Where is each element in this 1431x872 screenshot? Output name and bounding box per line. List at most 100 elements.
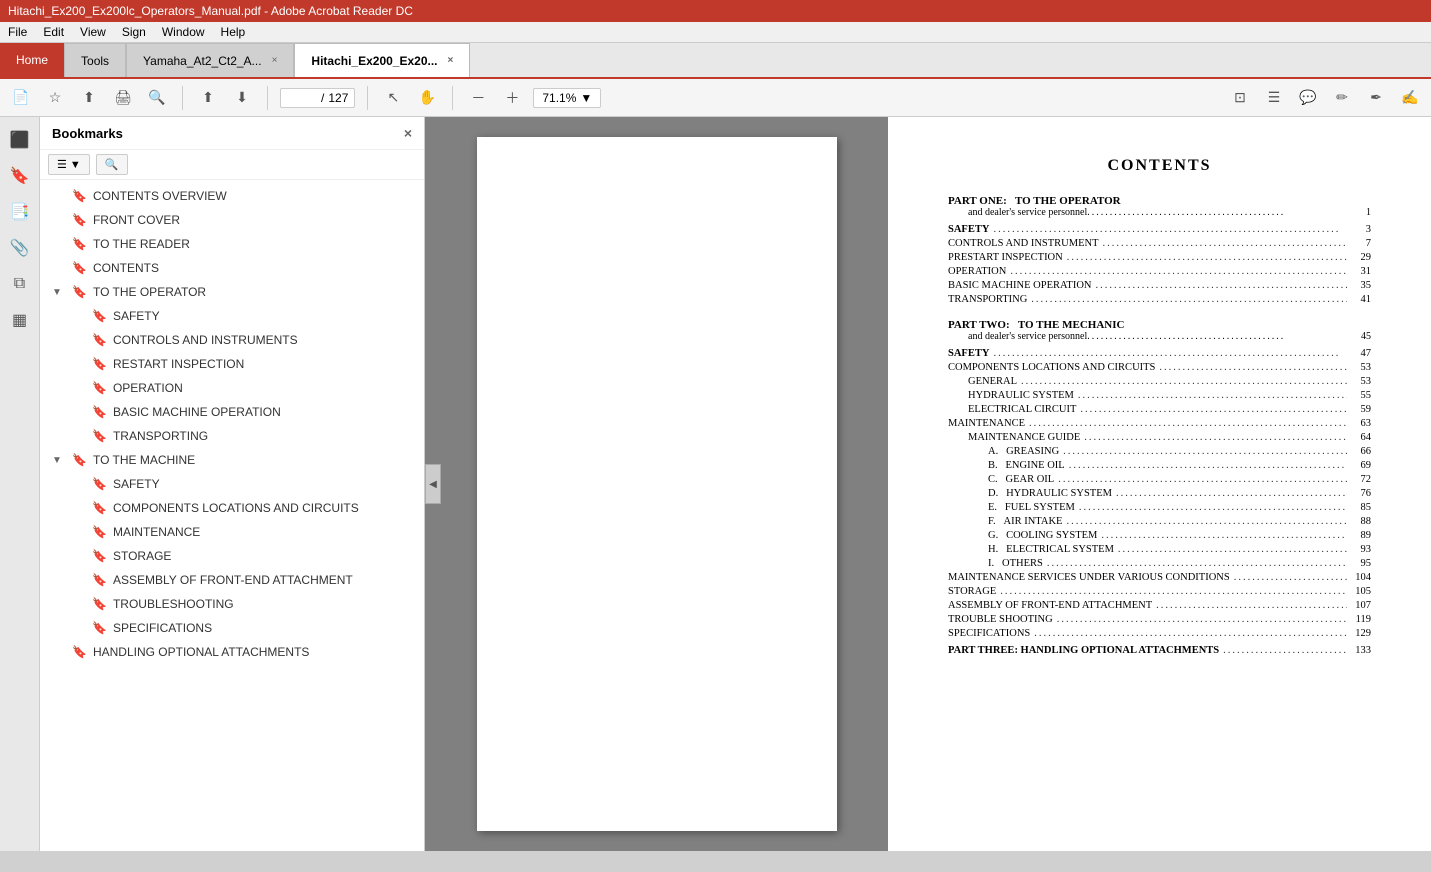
tab-hitachi-close[interactable]: × bbox=[448, 55, 454, 66]
toc-electrical-circuit-label: ELECTRICAL CIRCUIT bbox=[968, 404, 1076, 415]
bookmark-troubleshooting[interactable]: 🔖 TROUBLESHOOTING bbox=[40, 592, 424, 616]
toc-hydraulic-system-2-label: D. HYDRAULIC SYSTEM bbox=[988, 488, 1112, 499]
bookmark-contents-overview[interactable]: 🔖 CONTENTS OVERVIEW bbox=[40, 184, 424, 208]
part-two-page: 45 bbox=[1361, 331, 1371, 342]
bookmark-specifications[interactable]: 🔖 SPECIFICATIONS bbox=[40, 616, 424, 640]
title-bar-text: Hitachi_Ex200_Ex200lc_Operators_Manual.p… bbox=[8, 4, 413, 18]
menu-help[interactable]: Help bbox=[221, 25, 246, 39]
bookmark-to-the-machine[interactable]: ▼ 🔖 TO THE MACHINE bbox=[40, 448, 424, 472]
menu-window[interactable]: Window bbox=[162, 25, 205, 39]
zoom-dropdown-icon: ▼ bbox=[580, 91, 592, 105]
bookmarks-close[interactable]: × bbox=[404, 125, 412, 141]
bookmarks-options-btn[interactable]: ☰ ▼ bbox=[48, 154, 90, 175]
toc-air-intake-label: F. AIR INTAKE bbox=[988, 516, 1062, 527]
sign-icon[interactable]: ✍ bbox=[1397, 85, 1423, 111]
search-icon[interactable]: 🔍 bbox=[144, 85, 170, 111]
bookmark-icon: 🔖 bbox=[72, 237, 87, 251]
bookmark-label-restart-inspection: RESTART INSPECTION bbox=[113, 357, 244, 371]
bookmark-add-icon[interactable]: ☆ bbox=[42, 85, 68, 111]
expand-to-the-operator[interactable]: ▼ bbox=[52, 287, 66, 298]
tab-tools[interactable]: Tools bbox=[64, 43, 126, 77]
bookmark-front-cover[interactable]: 🔖 FRONT COVER bbox=[40, 208, 424, 232]
tools-icon[interactable]: ☰ bbox=[1261, 85, 1287, 111]
toc-hydraulic-system-dots: ........................................… bbox=[1078, 390, 1347, 401]
bookmark-components-locations[interactable]: 🔖 COMPONENTS LOCATIONS AND CIRCUITS bbox=[40, 496, 424, 520]
bookmark-assembly-front-end[interactable]: 🔖 ASSEMBLY OF FRONT-END ATTACHMENT bbox=[40, 568, 424, 592]
bookmark-maintenance[interactable]: 🔖 MAINTENANCE bbox=[40, 520, 424, 544]
zoom-out-icon[interactable]: － bbox=[465, 85, 491, 111]
page-input[interactable]: 4 bbox=[287, 91, 317, 105]
toc-gear-oil-page: 72 bbox=[1351, 474, 1371, 485]
new-file-icon[interactable]: 📄 bbox=[8, 85, 34, 111]
scroll-down-icon[interactable]: ⬇ bbox=[229, 85, 255, 111]
toc-electrical-circuit-page: 59 bbox=[1351, 404, 1371, 415]
toc-maintenance-guide: MAINTENANCE GUIDE ......................… bbox=[968, 432, 1371, 443]
menu-sign[interactable]: Sign bbox=[122, 25, 146, 39]
share-icon[interactable]: ⬆ bbox=[76, 85, 102, 111]
toc-general: GENERAL ................................… bbox=[968, 376, 1371, 387]
tab-hitachi[interactable]: Hitachi_Ex200_Ex20... × bbox=[294, 43, 470, 77]
bookmark-contents[interactable]: 🔖 CONTENTS bbox=[40, 256, 424, 280]
expand-to-the-machine[interactable]: ▼ bbox=[52, 455, 66, 466]
toc-cooling-system-dots: ........................................… bbox=[1101, 530, 1347, 541]
menu-edit[interactable]: Edit bbox=[43, 25, 64, 39]
bookmark-label-controls-instruments: CONTROLS AND INSTRUMENTS bbox=[113, 333, 298, 347]
highlight-icon[interactable]: ✏ bbox=[1329, 85, 1355, 111]
menu-file[interactable]: File bbox=[8, 25, 27, 39]
title-bar: Hitachi_Ex200_Ex200lc_Operators_Manual.p… bbox=[0, 0, 1431, 22]
sidebar-icon-layers[interactable]: ⧉ bbox=[5, 269, 35, 299]
sidebar-icon-recent[interactable]: ⬛ bbox=[5, 125, 35, 155]
toc-greasing: A. GREASING ............................… bbox=[988, 446, 1371, 457]
scroll-up-icon[interactable]: ⬆ bbox=[195, 85, 221, 111]
hand-icon[interactable]: ✋ bbox=[414, 85, 440, 111]
bookmark-handling-optional[interactable]: 🔖 HANDLING OPTIONAL ATTACHMENTS bbox=[40, 640, 424, 664]
bookmark-controls-instruments[interactable]: 🔖 CONTROLS AND INSTRUMENTS bbox=[40, 328, 424, 352]
zoom-display[interactable]: 71.1% ▼ bbox=[533, 88, 601, 108]
sidebar-icon-bookmark[interactable]: 🔖 bbox=[5, 161, 35, 191]
toc-air-intake-page: 88 bbox=[1351, 516, 1371, 527]
zoom-in-icon[interactable]: ＋ bbox=[499, 85, 525, 111]
toc-gear-oil-label: C. GEAR OIL bbox=[988, 474, 1054, 485]
toc-maintenance-services-page: 104 bbox=[1351, 572, 1371, 583]
print-icon[interactable]: 🖨 bbox=[110, 85, 136, 111]
toc-greasing-label: A. GREASING bbox=[988, 446, 1059, 457]
bookmark-safety-1[interactable]: 🔖 SAFETY bbox=[40, 304, 424, 328]
toc-hydraulic-system-2-dots: ........................................… bbox=[1116, 488, 1347, 499]
bookmark-to-the-reader[interactable]: 🔖 TO THE READER bbox=[40, 232, 424, 256]
toc-part-three-dots: ........................................… bbox=[1223, 645, 1347, 656]
menu-view[interactable]: View bbox=[80, 25, 106, 39]
tab-home[interactable]: Home bbox=[0, 43, 64, 77]
bookmark-restart-inspection[interactable]: 🔖 RESTART INSPECTION bbox=[40, 352, 424, 376]
bookmark-safety-2[interactable]: 🔖 SAFETY bbox=[40, 472, 424, 496]
toc-storage: STORAGE ................................… bbox=[948, 586, 1371, 597]
bookmark-to-the-operator[interactable]: ▼ 🔖 TO THE OPERATOR bbox=[40, 280, 424, 304]
bookmark-icon: 🔖 bbox=[92, 381, 107, 395]
cursor-icon[interactable]: ↖ bbox=[380, 85, 406, 111]
tab-yamaha-close[interactable]: × bbox=[272, 55, 278, 66]
collapse-panel-btn[interactable]: ◀ bbox=[425, 464, 441, 504]
toc-operation-label: OPERATION bbox=[948, 266, 1006, 277]
toc-components-page: 53 bbox=[1351, 362, 1371, 373]
bookmarks-search-btn[interactable]: 🔍 bbox=[96, 154, 128, 175]
page-total: 127 bbox=[328, 91, 348, 105]
bookmark-transporting[interactable]: 🔖 TRANSPORTING bbox=[40, 424, 424, 448]
sidebar-icon-bookmarks-active[interactable]: 📑 bbox=[5, 197, 35, 227]
toc-part-one: PART ONE: TO THE OPERATOR and dealer's s… bbox=[948, 195, 1371, 218]
toc-others-page: 95 bbox=[1351, 558, 1371, 569]
sidebar-icon-fields[interactable]: ▦ bbox=[5, 305, 35, 335]
bookmark-storage[interactable]: 🔖 STORAGE bbox=[40, 544, 424, 568]
comment-icon[interactable]: 💬 bbox=[1295, 85, 1321, 111]
tab-yamaha[interactable]: Yamaha_At2_Ct2_A... × bbox=[126, 43, 294, 77]
separator2 bbox=[267, 86, 268, 110]
toc-cooling-system-label: G. COOLING SYSTEM bbox=[988, 530, 1097, 541]
toc-specifications-dots: ........................................… bbox=[1034, 628, 1347, 639]
fit-page-icon[interactable]: ⊡ bbox=[1227, 85, 1253, 111]
bookmark-icon: 🔖 bbox=[72, 189, 87, 203]
toc-others-label: I. OTHERS bbox=[988, 558, 1043, 569]
pdf-page-thumbnail bbox=[477, 137, 837, 831]
draw-icon[interactable]: ✒ bbox=[1363, 85, 1389, 111]
bookmark-operation[interactable]: 🔖 OPERATION bbox=[40, 376, 424, 400]
page-nav: 4 / 127 bbox=[280, 88, 355, 108]
bookmark-basic-machine[interactable]: 🔖 BASIC MACHINE OPERATION bbox=[40, 400, 424, 424]
sidebar-icon-attachment[interactable]: 📎 bbox=[5, 233, 35, 263]
